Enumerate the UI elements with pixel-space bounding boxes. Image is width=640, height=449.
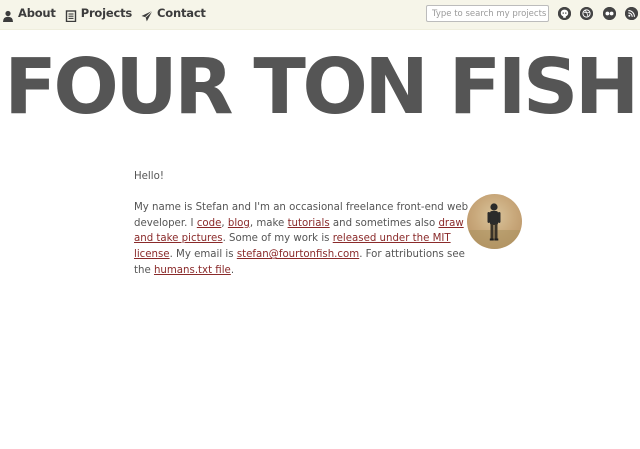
project-search-input[interactable]: [426, 5, 549, 22]
nav-about-link[interactable]: About: [2, 6, 56, 22]
top-navigation-bar: About Projects Contact: [0, 0, 640, 30]
nav-projects-link[interactable]: Projects: [65, 6, 133, 23]
nav-about-label: About: [18, 6, 56, 20]
site-title: FOUR TON FISH: [4, 43, 639, 132]
intro-text: and sometimes also: [329, 217, 439, 229]
flickr-link[interactable]: [603, 7, 616, 20]
document-icon: [65, 7, 77, 23]
paper-plane-icon: [141, 7, 153, 22]
nav-projects-label: Projects: [80, 6, 133, 20]
code-link[interactable]: code: [197, 218, 222, 229]
intro-text: . My email is: [169, 249, 237, 261]
github-link[interactable]: [558, 7, 571, 20]
avatar-photo-icon: [467, 203, 522, 249]
main-nav: About Projects Contact: [2, 6, 215, 23]
dribbble-icon: [580, 7, 593, 20]
greeting-text: Hello!: [134, 171, 164, 182]
intro-text: . Some of my work is: [222, 233, 333, 245]
rss-link[interactable]: [625, 7, 638, 20]
nav-contact-link[interactable]: Contact: [141, 6, 206, 22]
intro-section: Hello! My name is Stefan and I'm an occa…: [134, 169, 478, 279]
nav-contact-label: Contact: [157, 6, 206, 20]
tutorials-link[interactable]: tutorials: [288, 218, 330, 229]
flickr-icon: [603, 7, 616, 20]
rss-icon: [625, 7, 638, 20]
avatar: [467, 194, 522, 249]
github-icon: [558, 7, 571, 20]
email-link[interactable]: stefan@fourtonfish.com: [237, 249, 359, 260]
humans-txt-link[interactable]: humans.txt file: [154, 265, 231, 276]
dribbble-link[interactable]: [580, 7, 593, 20]
intro-paragraph: My name is Stefan and I'm an occasional …: [134, 200, 478, 279]
intro-text: .: [230, 264, 235, 276]
blog-link[interactable]: blog: [228, 218, 250, 229]
intro-text: , make: [249, 217, 288, 229]
person-icon: [2, 7, 14, 22]
